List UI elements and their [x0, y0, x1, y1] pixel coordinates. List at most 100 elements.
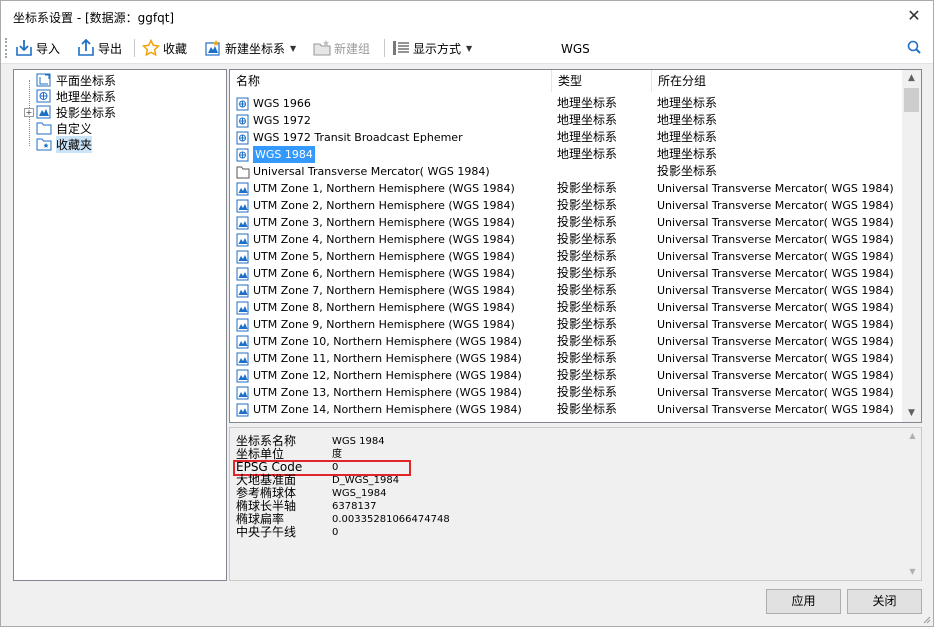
close-icon[interactable]: ✕: [903, 5, 925, 27]
table-row[interactable]: WGS 1972 地理坐标系 地理坐标系: [230, 112, 903, 129]
resize-grip-icon[interactable]: [921, 614, 931, 624]
column-header-group[interactable]: 所在分组: [652, 70, 903, 92]
folder-icon: [36, 121, 52, 135]
row-name-text: WGS 1984: [253, 146, 315, 163]
projected-cs-icon: [236, 335, 250, 349]
favorite-button[interactable]: 收藏: [141, 36, 187, 60]
scroll-down-icon[interactable]: ▼: [904, 564, 921, 580]
projected-cs-icon: [236, 301, 250, 315]
table-row[interactable]: UTM Zone 5, Northern Hemisphere (WGS 198…: [230, 248, 903, 265]
cell-name: UTM Zone 8, Northern Hemisphere (WGS 198…: [236, 299, 554, 316]
row-name-text: UTM Zone 10, Northern Hemisphere (WGS 19…: [253, 335, 522, 348]
new-coordinate-system-icon: [204, 39, 222, 57]
cell-name: UTM Zone 9, Northern Hemisphere (WGS 198…: [236, 316, 554, 333]
import-button[interactable]: 导入: [15, 36, 60, 60]
table-row[interactable]: UTM Zone 9, Northern Hemisphere (WGS 198…: [230, 316, 903, 333]
cell-group: Universal Transverse Mercator( WGS 1984): [657, 199, 894, 212]
cell-group: Universal Transverse Mercator( WGS 1984): [657, 335, 894, 348]
projected-cs-icon: [236, 318, 250, 332]
column-header-name[interactable]: 名称: [230, 70, 552, 92]
properties-vertical-scrollbar[interactable]: ▲ ▼: [904, 428, 921, 580]
projected-cs-icon: [236, 233, 250, 247]
row-name-text: Universal Transverse Mercator( WGS 1984): [253, 165, 490, 178]
coordinate-system-list[interactable]: 名称 类型 所在分组 WGS 1966 地理坐标系 地理坐标系 WGS 1972 地理坐…: [229, 69, 922, 423]
export-button[interactable]: 导出: [77, 36, 122, 60]
search-icon[interactable]: [907, 40, 921, 54]
tree-item-geographic[interactable]: 地理坐标系: [24, 88, 116, 104]
table-row[interactable]: WGS 1984 地理坐标系 地理坐标系: [230, 146, 903, 163]
list-view-icon: [392, 39, 410, 57]
cell-group: Universal Transverse Mercator( WGS 1984): [657, 284, 894, 297]
table-row[interactable]: UTM Zone 13, Northern Hemisphere (WGS 19…: [230, 384, 903, 401]
tree-item-projected[interactable]: + 投影坐标系: [24, 104, 116, 120]
cell-name: UTM Zone 11, Northern Hemisphere (WGS 19…: [236, 350, 554, 367]
cell-type: 投影坐标系: [557, 300, 618, 314]
table-row[interactable]: UTM Zone 14, Northern Hemisphere (WGS 19…: [230, 401, 903, 418]
cell-type: 投影坐标系: [557, 232, 618, 246]
table-row[interactable]: WGS 1966 地理坐标系 地理坐标系: [230, 95, 903, 112]
new-group-button[interactable]: 新建组: [313, 36, 370, 60]
geographic-cs-icon: [236, 148, 250, 162]
column-header-type[interactable]: 类型: [552, 70, 652, 92]
table-row[interactable]: WGS 1972 Transit Broadcast Ephemer 地理坐标系 地…: [230, 129, 903, 146]
cell-type: 投影坐标系: [557, 368, 618, 382]
new-coordinate-system-button[interactable]: 新建坐标系 ▼: [204, 36, 296, 60]
cell-group: Universal Transverse Mercator( WGS 1984): [657, 352, 894, 365]
cell-name: UTM Zone 13, Northern Hemisphere (WGS 19…: [236, 384, 554, 401]
table-row[interactable]: UTM Zone 3, Northern Hemisphere (WGS 198…: [230, 214, 903, 231]
cell-type: 投影坐标系: [557, 215, 618, 229]
expand-icon[interactable]: +: [24, 107, 34, 117]
table-row[interactable]: UTM Zone 10, Northern Hemisphere (WGS 19…: [230, 333, 903, 350]
cell-group: 地理坐标系: [657, 147, 718, 161]
table-row[interactable]: UTM Zone 11, Northern Hemisphere (WGS 19…: [230, 350, 903, 367]
cell-type: 投影坐标系: [557, 317, 618, 331]
export-icon: [77, 38, 95, 57]
table-row[interactable]: UTM Zone 1, Northern Hemisphere (WGS 198…: [230, 180, 903, 197]
cell-name: UTM Zone 10, Northern Hemisphere (WGS 19…: [236, 333, 554, 350]
scrollbar-thumb[interactable]: [904, 88, 919, 112]
table-row[interactable]: UTM Zone 7, Northern Hemisphere (WGS 198…: [230, 282, 903, 299]
table-row[interactable]: UTM Zone 12, Northern Hemisphere (WGS 19…: [230, 367, 903, 384]
projected-cs-icon: [236, 352, 250, 366]
tree-item-custom[interactable]: 自定义: [24, 120, 92, 136]
plane-cs-icon: [36, 73, 52, 87]
projected-cs-icon: [236, 199, 250, 213]
property-row: 坐标系名称 WGS 1984: [236, 435, 796, 448]
tree-item-favorites[interactable]: 收藏夹: [24, 135, 93, 153]
apply-button[interactable]: 应用: [766, 589, 841, 614]
scroll-down-icon[interactable]: ▼: [902, 405, 921, 422]
toolbar-grip: [5, 38, 7, 58]
row-name-text: UTM Zone 14, Northern Hemisphere (WGS 19…: [253, 403, 522, 416]
property-row: 椭球长半轴 6378137: [236, 500, 796, 513]
row-name-text: UTM Zone 4, Northern Hemisphere (WGS 198…: [253, 233, 515, 246]
cell-name: UTM Zone 7, Northern Hemisphere (WGS 198…: [236, 282, 554, 299]
search-input[interactable]: [561, 39, 881, 59]
cell-group: Universal Transverse Mercator( WGS 1984): [657, 301, 894, 314]
property-value: D_WGS_1984: [332, 475, 400, 486]
row-name-text: UTM Zone 9, Northern Hemisphere (WGS 198…: [253, 318, 515, 331]
cell-name: WGS 1984: [236, 146, 554, 163]
tree-item-plane[interactable]: 平面坐标系: [24, 72, 116, 88]
table-row[interactable]: UTM Zone 4, Northern Hemisphere (WGS 198…: [230, 231, 903, 248]
table-row[interactable]: UTM Zone 6, Northern Hemisphere (WGS 198…: [230, 265, 903, 282]
cell-type: 投影坐标系: [557, 181, 618, 195]
scroll-up-icon[interactable]: ▲: [904, 428, 921, 444]
property-value: WGS 1984: [332, 436, 385, 447]
display-mode-button[interactable]: 显示方式 ▼: [392, 36, 472, 60]
cell-group: Universal Transverse Mercator( WGS 1984): [657, 182, 894, 195]
cell-name: WGS 1966: [236, 95, 554, 112]
cell-type: 地理坐标系: [557, 130, 618, 144]
new-group-label: 新建组: [334, 41, 371, 56]
toolbar: 导入 导出 收藏 新建坐标系 ▼ 新建组 显示方式 ▼ WGS: [1, 32, 933, 64]
table-row[interactable]: Universal Transverse Mercator( WGS 1984)…: [230, 163, 903, 180]
list-vertical-scrollbar[interactable]: ▲ ▼: [902, 70, 921, 422]
table-row[interactable]: UTM Zone 2, Northern Hemisphere (WGS 198…: [230, 197, 903, 214]
close-button[interactable]: 关闭: [847, 589, 922, 614]
scroll-up-icon[interactable]: ▲: [902, 70, 921, 87]
table-row[interactable]: UTM Zone 8, Northern Hemisphere (WGS 198…: [230, 299, 903, 316]
row-name-text: UTM Zone 3, Northern Hemisphere (WGS 198…: [253, 216, 515, 229]
category-tree[interactable]: 平面坐标系 地理坐标系 + 投影坐标系 自定义 收藏夹: [13, 69, 227, 581]
export-label: 导出: [98, 41, 123, 56]
cell-group: Universal Transverse Mercator( WGS 1984): [657, 403, 894, 416]
cell-group: Universal Transverse Mercator( WGS 1984): [657, 216, 894, 229]
